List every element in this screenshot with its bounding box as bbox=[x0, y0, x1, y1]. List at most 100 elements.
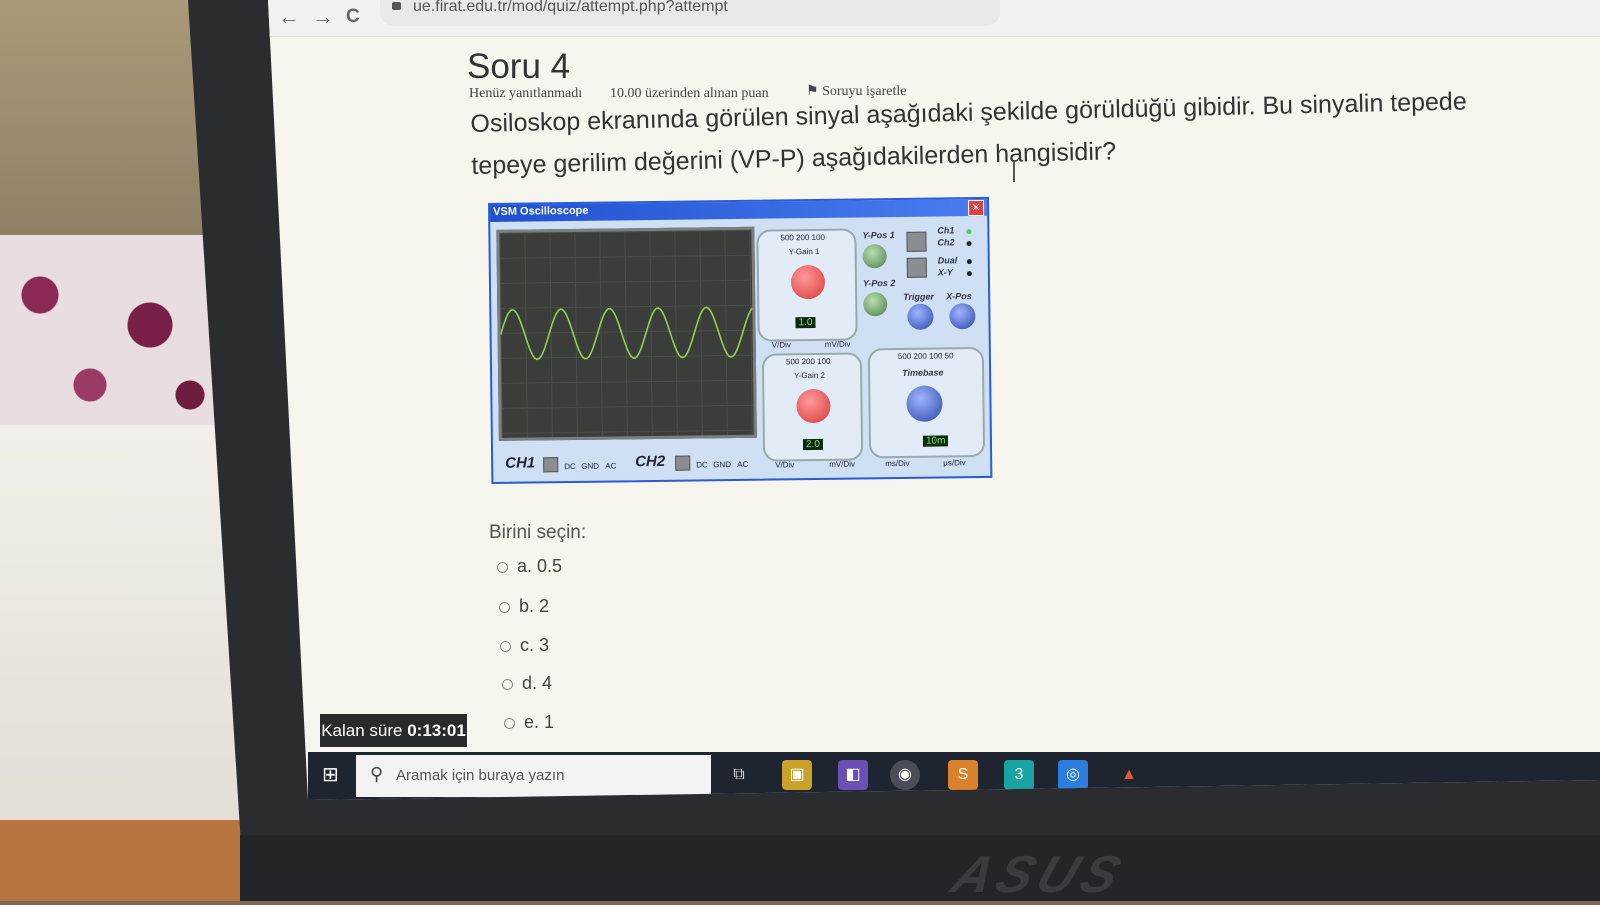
ygain1-scale: 500 200 100 bbox=[780, 232, 826, 243]
oscilloscope-image: VSM Oscilloscope ✕ 500 200 100 Y-Gain 1 … bbox=[488, 196, 993, 484]
ygain2-panel: 500 200 100 Y-Gain 2 2.0 bbox=[761, 352, 864, 462]
lock-icon bbox=[392, 2, 401, 10]
dual-led bbox=[966, 259, 972, 265]
ypos2-label: Y-Pos 2 bbox=[862, 278, 896, 289]
ypos2-knob[interactable] bbox=[863, 292, 888, 317]
app-3-icon[interactable]: 3 bbox=[1004, 760, 1034, 790]
ch2-gnd: GND bbox=[713, 460, 732, 470]
radio-icon[interactable] bbox=[502, 678, 513, 690]
taskbar-search-placeholder: Aramak için buraya yazın bbox=[396, 767, 565, 784]
oscilloscope-title: VSM Oscilloscope bbox=[493, 204, 589, 218]
file-explorer-icon[interactable]: ▣ bbox=[782, 760, 812, 790]
ygain2-display: 2.0 bbox=[802, 438, 823, 451]
oscilloscope-screen bbox=[496, 226, 757, 441]
address-text: ue.firat.edu.tr/mod/quiz/attempt.php?att… bbox=[413, 0, 728, 15]
choose-label: Birini seçin: bbox=[489, 522, 587, 543]
timebase-display: 10m bbox=[922, 435, 949, 447]
ygain1-vdiv: V/Div bbox=[771, 340, 791, 350]
ch1-gnd: GND bbox=[581, 461, 600, 471]
option-a[interactable]: a. 0.5 bbox=[497, 556, 562, 577]
option-b-label: b. 2 bbox=[519, 596, 550, 616]
ypos1-knob[interactable] bbox=[862, 244, 887, 269]
laptop-deck bbox=[240, 835, 1600, 901]
ygain1-knob[interactable] bbox=[790, 264, 826, 300]
ygain2-vdiv: V/Div bbox=[775, 460, 795, 470]
timebase-knob[interactable] bbox=[906, 385, 943, 422]
option-d-label: d. 4 bbox=[522, 673, 553, 693]
ch1-switch[interactable] bbox=[543, 457, 559, 473]
close-icon: ✕ bbox=[968, 199, 985, 217]
channel-switch[interactable] bbox=[906, 231, 927, 252]
browser-toolbar: ← → C ue.firat.edu.tr/mod/quiz/attempt.p… bbox=[268, 0, 1600, 37]
ch2-led-label: Ch2 bbox=[937, 237, 955, 248]
ch1-ac: AC bbox=[605, 461, 617, 471]
option-e[interactable]: e. 1 bbox=[504, 712, 554, 733]
option-c-label: c. 3 bbox=[520, 635, 550, 655]
ch2-led bbox=[966, 241, 972, 247]
forward-button[interactable]: → bbox=[312, 4, 334, 30]
xpos-label: X-Pos bbox=[946, 291, 972, 302]
oscilloscope-titlebar: VSM Oscilloscope ✕ bbox=[490, 198, 988, 222]
background-table bbox=[0, 820, 260, 901]
dual-label: Dual bbox=[937, 255, 958, 266]
radio-icon[interactable] bbox=[499, 601, 510, 613]
ch2-ac: AC bbox=[737, 459, 749, 469]
chrome-icon[interactable]: ◉ bbox=[890, 760, 920, 790]
radio-icon[interactable] bbox=[500, 640, 511, 652]
timebase-scale: 500 200 100 50 bbox=[897, 351, 954, 362]
matlab-icon[interactable]: ▲ bbox=[1114, 760, 1144, 790]
question-status: Henüz yanıtlanmadı bbox=[469, 86, 583, 101]
ygain1-panel: 500 200 100 Y-Gain 1 1.0 bbox=[756, 228, 858, 342]
task-view-icon[interactable]: ⧉ bbox=[724, 760, 754, 790]
mode-switch[interactable] bbox=[906, 257, 927, 278]
ch1-led-label: Ch1 bbox=[937, 225, 955, 236]
ygain2-label: Y-Gain 2 bbox=[794, 370, 826, 381]
radio-icon[interactable] bbox=[497, 561, 508, 573]
timer-value: 0:13:01 bbox=[407, 721, 466, 740]
xy-label: X-Y bbox=[937, 267, 953, 278]
ch1-led bbox=[966, 229, 972, 235]
windows-start-icon[interactable]: ⊞ bbox=[322, 762, 352, 790]
ygain2-knob[interactable] bbox=[796, 388, 831, 424]
timer-label: Kalan süre bbox=[321, 721, 403, 740]
ygain2-mvdiv: mV/Div bbox=[829, 459, 856, 469]
ch2-label: CH2 bbox=[635, 452, 666, 471]
timebase-panel: 500 200 100 50 Timebase 10m bbox=[867, 346, 986, 459]
radio-icon[interactable] bbox=[504, 717, 515, 729]
ygain2-scale: 500 200 100 bbox=[785, 356, 831, 367]
ch2-switch[interactable] bbox=[675, 455, 691, 471]
option-d[interactable]: d. 4 bbox=[502, 673, 552, 694]
laptop-brand-logo: ASUS bbox=[944, 846, 1135, 904]
option-a-label: a. 0.5 bbox=[517, 556, 563, 576]
reload-button[interactable]: C bbox=[346, 6, 360, 28]
option-c[interactable]: c. 3 bbox=[500, 635, 549, 656]
address-bar[interactable]: ue.firat.edu.tr/mod/quiz/attempt.php?att… bbox=[380, 0, 1000, 26]
background-wall bbox=[0, 0, 220, 260]
camera-icon[interactable]: ◎ bbox=[1058, 760, 1088, 790]
trigger-label: Trigger bbox=[903, 291, 935, 302]
waveform-trace bbox=[499, 306, 753, 361]
background-pillow bbox=[0, 235, 225, 435]
ch2-dc: DC bbox=[696, 460, 708, 470]
taskbar-search[interactable]: ⚲ Aramak için buraya yazın bbox=[356, 755, 711, 797]
ygain1-display: 1.0 bbox=[795, 317, 816, 329]
ygain1-mvdiv: mV/Div bbox=[824, 339, 851, 349]
timebase-msdiv: ms/Div bbox=[885, 458, 910, 469]
option-e-label: e. 1 bbox=[524, 712, 555, 732]
text-cursor-icon bbox=[1013, 162, 1015, 182]
question-title: Soru 4 bbox=[467, 47, 571, 86]
visual-studio-icon[interactable]: ◧ bbox=[838, 760, 868, 790]
laptop-screen: ← → C ue.firat.edu.tr/mod/quiz/attempt.p… bbox=[268, 0, 1600, 800]
ypos1-label: Y-Pos 1 bbox=[862, 230, 895, 241]
ch1-label: CH1 bbox=[505, 454, 536, 472]
trigger-knob[interactable] bbox=[907, 303, 934, 330]
xpos-knob[interactable] bbox=[949, 303, 976, 330]
timebase-usdiv: µs/Div bbox=[943, 458, 966, 468]
back-button[interactable]: ← bbox=[278, 4, 300, 30]
ch1-dc: DC bbox=[564, 461, 576, 472]
ygain1-label: Y-Gain 1 bbox=[788, 246, 820, 257]
timebase-label: Timebase bbox=[902, 367, 944, 378]
sublime-icon[interactable]: S bbox=[948, 760, 978, 790]
search-icon: ⚲ bbox=[370, 764, 384, 784]
option-b[interactable]: b. 2 bbox=[499, 596, 549, 617]
